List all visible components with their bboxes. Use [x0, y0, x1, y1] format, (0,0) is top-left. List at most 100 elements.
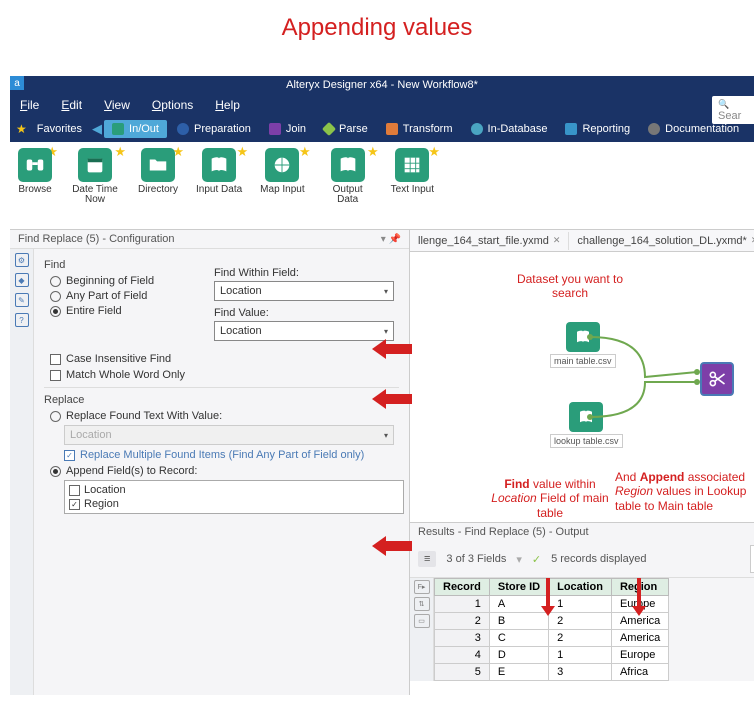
pin-icon[interactable]: 📌 — [389, 234, 401, 245]
menu-file[interactable]: File — [20, 98, 39, 112]
find-within-label: Find Within Field: — [214, 267, 399, 279]
tool-datetime[interactable]: ★Date Time Now — [70, 148, 120, 205]
chevron-left-icon: ◀ — [92, 121, 102, 137]
globe-icon — [271, 154, 293, 176]
results-grid: F▸ ⇅ ▭ Record Store ID Location Region 1… — [410, 578, 754, 681]
table-row[interactable]: 3C2America — [435, 630, 669, 647]
tool-browse[interactable]: ★Browse — [18, 148, 52, 195]
workflow-canvas[interactable]: Dataset you want to search main table.cs… — [410, 252, 754, 522]
results-toolbar: ≡ 3 of 3 Fields ▾ ✓ 5 records displayed … — [410, 541, 754, 578]
menu-help[interactable]: Help — [215, 98, 240, 112]
tab-transform[interactable]: Transform — [378, 120, 461, 138]
col-record[interactable]: Record — [435, 579, 490, 596]
tab-parse[interactable]: Parse — [316, 120, 376, 138]
main-area: Find Replace (5) - Configuration ▾ 📌 ⚙ ◆… — [10, 230, 754, 695]
report-icon — [565, 123, 577, 135]
list-item-location[interactable]: Location — [67, 483, 401, 497]
filter-icon[interactable]: F▸ — [414, 580, 430, 594]
menu-view[interactable]: View — [104, 98, 130, 112]
config-content: Find Beginning of Field Any Part of Fiel… — [34, 249, 409, 695]
doctab-1[interactable]: llenge_164_start_file.yxmd✕ — [410, 232, 569, 250]
help-icon[interactable]: ? — [15, 313, 29, 327]
titlebar-text: Alteryx Designer x64 - New Workflow8* — [286, 79, 478, 91]
database-icon — [471, 123, 483, 135]
list-item-region[interactable]: Region — [67, 497, 401, 511]
tab-reporting[interactable]: Reporting — [557, 120, 638, 138]
tab-inout[interactable]: In/Out — [104, 120, 167, 138]
square-icon — [269, 123, 281, 135]
table-row[interactable]: 5E3Africa — [435, 664, 669, 681]
menu-edit[interactable]: Edit — [61, 98, 82, 112]
grid-icon — [401, 154, 423, 176]
tab-preparation[interactable]: Preparation — [169, 120, 259, 138]
chevron-down-icon: ▾ — [384, 287, 388, 296]
tab-favorites[interactable]: Favorites — [29, 120, 90, 138]
menu-options[interactable]: Options — [152, 98, 193, 112]
diamond-icon — [322, 122, 336, 136]
config-title: Find Replace (5) - Configuration ▾ 📌 — [10, 230, 409, 249]
chk-case-insensitive[interactable]: Case Insensitive Find — [50, 353, 399, 365]
red-arrow-icon — [372, 536, 412, 556]
callout-find: Find value within Location Field of main… — [490, 477, 610, 520]
check-icon: ✓ — [532, 553, 541, 566]
results-pane: Results - Find Replace (5) - Output ≡ 3 … — [410, 522, 754, 681]
red-arrow-icon — [632, 578, 646, 616]
tool-directory[interactable]: ★Directory — [138, 148, 178, 195]
config-sidebar: ⚙ ◆ ✎ ? — [10, 249, 34, 695]
find-value-dropdown[interactable]: Location▾ — [214, 321, 394, 341]
col-store[interactable]: Store ID — [489, 579, 548, 596]
circle-icon — [177, 123, 189, 135]
find-within-dropdown[interactable]: Location▾ — [214, 281, 394, 301]
replace-value-dropdown: Location▾ — [64, 425, 394, 445]
radio-replace-text[interactable]: Replace Found Text With Value: — [50, 410, 399, 422]
close-icon[interactable]: ✕ — [553, 235, 561, 246]
menubar: File Edit View Options Help Sear — [10, 94, 754, 116]
table-row[interactable]: 4D1Europe — [435, 647, 669, 664]
tool-inputdata[interactable]: ★Input Data — [196, 148, 242, 195]
callout-dataset: Dataset you want to search — [500, 272, 640, 301]
nav-icon[interactable]: ◆ — [15, 273, 29, 287]
tab-join[interactable]: Join — [261, 120, 314, 138]
hamburger-icon[interactable]: ≡ — [418, 551, 436, 567]
red-arrow-icon — [372, 389, 412, 409]
calendar-icon — [84, 154, 106, 176]
callout-append: And Append associated Region values in L… — [615, 470, 750, 513]
chevron-down-icon[interactable]: ▾ — [516, 553, 522, 566]
tool-outputdata[interactable]: ★Output Data — [323, 148, 373, 205]
results-title: Results - Find Replace (5) - Output — [410, 523, 754, 541]
find-value-label: Find Value: — [214, 307, 399, 319]
tool-mapinput[interactable]: ★Map Input — [260, 148, 304, 195]
fields-count: 3 of 3 Fields — [446, 553, 506, 565]
sort-icon[interactable]: ⇅ — [414, 597, 430, 611]
app-logo: a — [10, 76, 24, 90]
chk-match-whole[interactable]: Match Whole Word Only — [50, 369, 399, 381]
square-icon — [386, 123, 398, 135]
tool-category-strip: ★ Favorites ◀ In/Out Preparation Join Pa… — [10, 116, 754, 142]
doctab-2[interactable]: challenge_164_solution_DL.yxmd*✕ — [569, 232, 754, 250]
results-search-input[interactable]: 🔍 Search — [750, 545, 754, 573]
book-out-icon — [337, 154, 359, 176]
note-icon[interactable]: ✎ — [15, 293, 29, 307]
star-icon: ★ — [16, 122, 27, 136]
titlebar: a Alteryx Designer x64 - New Workflow8* — [10, 76, 754, 94]
connector-lines — [585, 322, 705, 432]
radio-append-fields[interactable]: Append Field(s) to Record: — [50, 465, 399, 477]
folder-icon — [112, 123, 124, 135]
tool-textinput[interactable]: ★Text Input — [391, 148, 434, 195]
global-search-input[interactable]: Sear — [712, 96, 754, 124]
gear-icon[interactable]: ⚙ — [15, 253, 29, 267]
layout-icon[interactable]: ▭ — [414, 614, 430, 628]
append-fields-list[interactable]: Location Region — [64, 480, 404, 514]
scissors-icon — [707, 369, 727, 389]
col-location[interactable]: Location — [549, 579, 612, 596]
tab-indatabase[interactable]: In-Database — [463, 120, 556, 138]
canvas-area: llenge_164_start_file.yxmd✕ challenge_16… — [410, 230, 754, 695]
folder-icon — [147, 154, 169, 176]
node-find-replace[interactable] — [700, 362, 734, 396]
replace-label: Replace — [44, 394, 399, 406]
document-tabs: llenge_164_start_file.yxmd✕ challenge_16… — [410, 230, 754, 252]
chevron-down-icon[interactable]: ▾ — [381, 234, 386, 245]
page-heading: Appending values — [0, 0, 754, 60]
tool-ribbon: ★Browse ★Date Time Now ★Directory ★Input… — [10, 142, 754, 230]
chevron-down-icon: ▾ — [384, 327, 388, 336]
